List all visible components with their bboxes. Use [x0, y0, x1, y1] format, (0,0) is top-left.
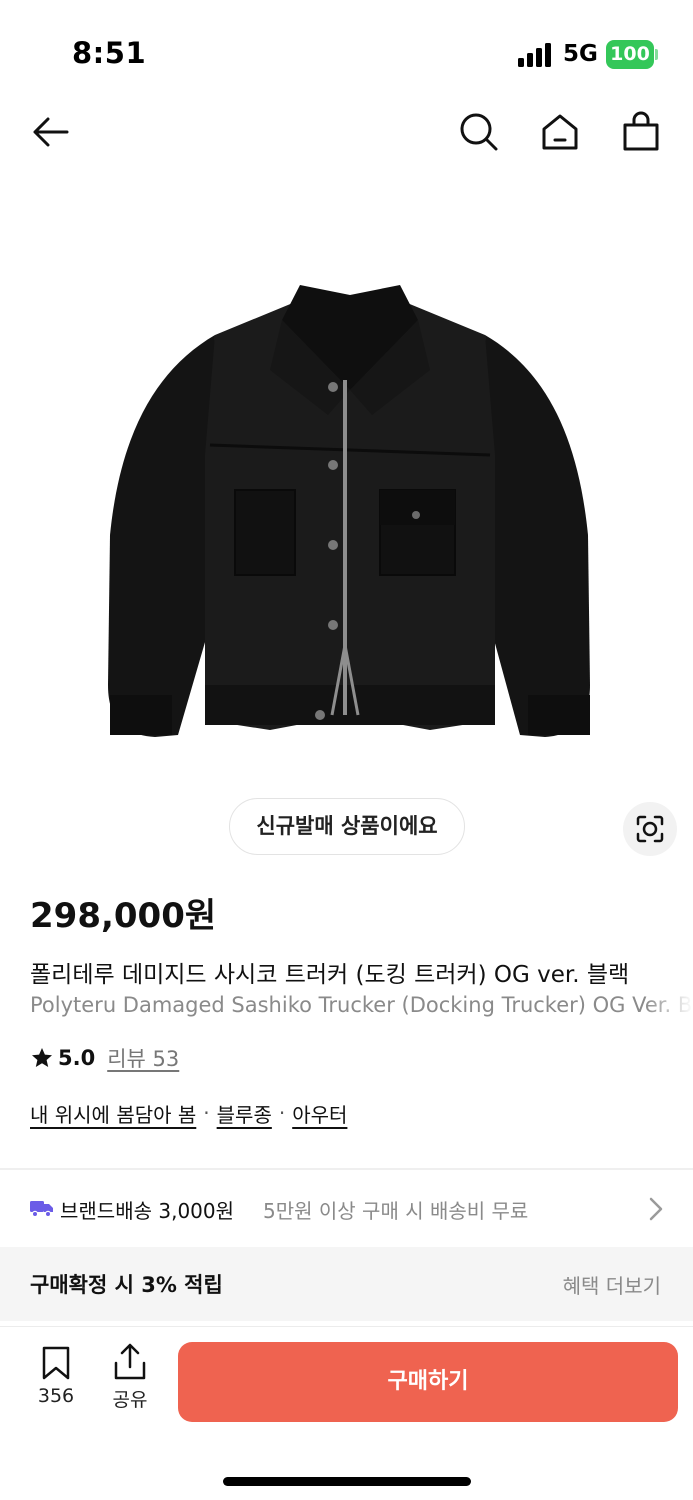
chevron-right-icon [649, 1197, 663, 1221]
search-icon [460, 113, 498, 151]
back-button[interactable] [29, 110, 73, 154]
new-release-badge[interactable]: 신규발매 상품이에요 [229, 798, 465, 855]
status-time: 8:51 [72, 36, 147, 70]
share-icon [114, 1343, 146, 1380]
cart-button[interactable] [619, 110, 663, 154]
truck-icon [30, 1201, 53, 1218]
battery-icon: 100 [606, 40, 654, 69]
arrow-left-icon [33, 117, 69, 147]
more-benefits-link[interactable]: 혜택 더보기 [563, 1270, 661, 1299]
wishlist-count: 356 [37, 1385, 75, 1407]
rating-row: 5.0 리뷰 53 [30, 1043, 179, 1073]
product-title-en-text: Polyteru Damaged Sashiko Trucker (Dockin… [30, 993, 693, 1017]
share-button[interactable]: 공유 [102, 1343, 158, 1415]
home-icon [542, 114, 578, 150]
home-indicator [223, 1477, 471, 1486]
points-benefit: 구매확정 시 3% 적립 [30, 1273, 223, 1297]
product-title-ko: 폴리테루 데미지드 사시코 트러커 (도킹 트러커) OG ver. 블랙 [30, 955, 693, 989]
visual-search-icon [636, 815, 664, 843]
status-bar: 8:51 5G 100 [0, 0, 693, 100]
rating-score: 5.0 [58, 1046, 96, 1070]
review-link[interactable]: 리뷰 53 [107, 1043, 179, 1073]
title-fade [645, 955, 693, 987]
product-title-ko-text: 폴리테루 데미지드 사시코 트러커 (도킹 트러커) OG ver. 블랙 [30, 962, 630, 988]
network-type: 5G [563, 41, 598, 67]
product-price: 298,000원 [30, 896, 217, 936]
crumb-separator: · [278, 1101, 286, 1125]
search-button[interactable] [457, 110, 501, 154]
share-label: 공유 [112, 1389, 148, 1411]
battery-tip [655, 49, 658, 60]
visual-search-button[interactable] [623, 802, 677, 856]
shopping-bag-icon [623, 111, 659, 151]
bottom-action-bar: 356 공유 구매하기 [0, 1326, 693, 1500]
section-divider [0, 1168, 693, 1170]
buy-button[interactable]: 구매하기 [178, 1342, 678, 1422]
bookmark-icon [42, 1346, 70, 1380]
shipping-info-row[interactable]: 브랜드배송 3,000원 5만원 이상 구매 시 배송비 무료 [0, 1178, 693, 1240]
cellular-signal-icon [518, 43, 554, 67]
product-title-en: Polyteru Damaged Sashiko Trucker (Dockin… [30, 993, 693, 1017]
crumb-wishlist[interactable]: 내 위시에 봄담아 봄 [30, 1099, 196, 1128]
crumb-blouson[interactable]: 블루종 [217, 1099, 272, 1128]
jacket-illustration [108, 285, 590, 737]
benefit-row: 구매확정 시 3% 적립 혜택 더보기 [0, 1247, 693, 1321]
product-image[interactable] [100, 275, 600, 765]
shipping-brand-fee: 브랜드배송 3,000원 [60, 1199, 235, 1223]
wishlist-button[interactable]: 356 [28, 1345, 84, 1415]
star-icon [32, 1048, 52, 1067]
crumb-separator: · [203, 1101, 210, 1125]
crumb-outer[interactable]: 아우터 [292, 1099, 347, 1128]
title-en-fade [645, 993, 693, 1017]
shipping-condition: 5만원 이상 구매 시 배송비 무료 [263, 1199, 529, 1223]
category-breadcrumb: 내 위시에 봄담아 봄 · 블루종 · 아우터 [30, 1098, 347, 1128]
home-button[interactable] [538, 110, 582, 154]
